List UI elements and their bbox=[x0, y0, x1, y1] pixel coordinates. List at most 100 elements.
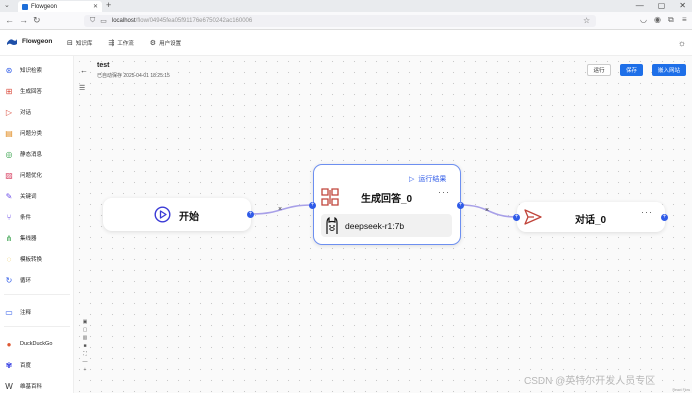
wikipedia-icon: W bbox=[5, 381, 13, 391]
sidebar-item-optimize[interactable]: ▨ 问题优化 bbox=[4, 168, 70, 182]
sidebar-item-label: 问题分类 bbox=[20, 131, 43, 137]
play-icon: ▷ bbox=[409, 176, 415, 183]
play-icon bbox=[154, 206, 171, 223]
theme-toggle-icon[interactable]: ☼ bbox=[678, 38, 686, 48]
save-button[interactable]: 保存 bbox=[620, 64, 643, 76]
loop-icon: ↻ bbox=[5, 275, 13, 285]
output-port[interactable]: + bbox=[457, 202, 464, 209]
node-title: 开始 bbox=[179, 212, 199, 223]
account-icon[interactable]: ◉ bbox=[654, 15, 661, 24]
list-icon[interactable]: ☰ bbox=[79, 84, 85, 92]
gear-icon: ⚙ bbox=[149, 40, 157, 47]
node-more-menu[interactable]: ··· bbox=[438, 187, 450, 197]
hub-icon: ⋔ bbox=[5, 233, 13, 243]
lock-icon[interactable]: ■ bbox=[83, 343, 86, 349]
sidebar-item-label: 注释 bbox=[20, 310, 32, 316]
input-port[interactable]: + bbox=[513, 214, 520, 221]
nav-knowledge-base[interactable]: ⊟ 知识库 bbox=[64, 37, 95, 49]
back-arrow-icon[interactable]: ← bbox=[80, 66, 88, 75]
model-name: deepseek-r1:7b bbox=[345, 220, 405, 231]
page-icon: ▭ bbox=[100, 18, 107, 25]
new-tab-icon[interactable]: + bbox=[106, 0, 111, 10]
nav-label: 工作流 bbox=[117, 41, 134, 47]
nav-label: 用户设置 bbox=[159, 41, 182, 47]
sidebar-item-message[interactable]: ◎ 静态消息 bbox=[4, 147, 70, 161]
sidebar-item-duckduckgo[interactable]: ● DuckDuckGo bbox=[4, 337, 70, 351]
zoom-out-icon[interactable]: ▢ bbox=[83, 327, 88, 333]
back-icon[interactable]: ← bbox=[5, 15, 14, 25]
extensions-icon[interactable]: ⧉ bbox=[668, 15, 674, 25]
sidebar-item-retrieval[interactable]: ⊛ 知识检索 bbox=[4, 63, 70, 77]
sidebar-item-label: 静态消息 bbox=[20, 152, 43, 158]
delete-edge-icon[interactable]: × bbox=[485, 207, 489, 214]
sidebar-item-condition[interactable]: ⑂ 条件 bbox=[4, 210, 70, 224]
node-title: 生成回答_0 bbox=[361, 194, 413, 205]
sidebar-item-label: 集线器 bbox=[20, 236, 37, 242]
optimize-icon: ▨ bbox=[5, 170, 13, 180]
fit-view-icon[interactable]: ▥ bbox=[83, 335, 88, 341]
workflow-icon: ⇶ bbox=[108, 40, 115, 47]
reload-icon[interactable]: ↻ bbox=[33, 15, 41, 26]
baidu-icon: ✾ bbox=[5, 360, 13, 370]
nav-workflow[interactable]: ⇶ 工作流 bbox=[105, 37, 136, 49]
tab-list-icon[interactable]: ⌄ bbox=[4, 1, 10, 9]
tab-title: Flowgeon bbox=[31, 3, 58, 10]
close-tab-icon[interactable]: ✕ bbox=[93, 3, 98, 10]
retrieval-icon: ⊛ bbox=[5, 65, 13, 75]
sidebar-item-note[interactable]: ▭ 注释 bbox=[4, 305, 70, 319]
url-path: /flow/04945fea05f91176e6750242ac160006 bbox=[135, 18, 253, 24]
sidebar-item-label: 关键词 bbox=[20, 194, 37, 200]
sidebar-item-chat[interactable]: ▷ 对话 bbox=[4, 105, 70, 119]
bookmark-star-icon[interactable]: ☆ bbox=[583, 16, 590, 25]
chat-node[interactable]: 对话_0 ··· bbox=[517, 202, 665, 232]
browser-tab[interactable]: Flowgeon ✕ bbox=[18, 1, 102, 12]
address-bar[interactable]: ⛉ ▭ localhost/flow/04945fea05f91176e6750… bbox=[84, 15, 596, 27]
run-button[interactable]: 运行 bbox=[587, 64, 611, 76]
app-brand: Flowgeon bbox=[22, 38, 53, 45]
minimize-icon[interactable]: — bbox=[636, 1, 644, 10]
sidebar-item-classify[interactable]: ▤ 问题分类 bbox=[4, 126, 70, 140]
menu-icon[interactable]: ≡ bbox=[682, 15, 687, 24]
sidebar-item-wikipedia[interactable]: W 维基百科 bbox=[4, 379, 70, 393]
sidebar-item-label: 百度 bbox=[20, 363, 32, 369]
maximize-icon[interactable]: ▢ bbox=[658, 1, 666, 10]
sidebar-item-label: 对话 bbox=[20, 110, 32, 116]
sidebar-item-generate[interactable]: ⊞ 生成回答 bbox=[4, 84, 70, 98]
close-window-icon[interactable]: ✕ bbox=[679, 1, 686, 10]
app-header: Flowgeon ⊟ 知识库 ⇶ 工作流 ⚙ 用户设置 ☼ bbox=[0, 30, 692, 56]
plus-icon[interactable]: + bbox=[84, 367, 87, 373]
embed-website-button[interactable]: 嵌入网站 bbox=[652, 64, 686, 76]
pocket-icon[interactable]: ◡ bbox=[640, 15, 647, 24]
nav-user-settings[interactable]: ⚙ 用户设置 bbox=[147, 37, 184, 49]
zoom-in-icon[interactable]: ▣ bbox=[83, 319, 88, 325]
sidebar-item-loop[interactable]: ↻ 循环 bbox=[4, 273, 70, 287]
send-icon bbox=[524, 209, 542, 225]
sidebar-item-label: DuckDuckGo bbox=[20, 341, 53, 347]
sidebar-item-baidu[interactable]: ✾ 百度 bbox=[4, 358, 70, 372]
output-port[interactable]: + bbox=[247, 211, 254, 218]
browser-toolbar: ← → ↻ ⛉ ▭ localhost/flow/04945fea05f9117… bbox=[0, 12, 692, 30]
sidebar-item-label: 循环 bbox=[20, 278, 32, 284]
note-icon: ▭ bbox=[5, 307, 13, 317]
node-more-menu[interactable]: ··· bbox=[641, 207, 653, 217]
input-port[interactable]: + bbox=[309, 202, 316, 209]
react-flow-credit[interactable]: React Flow bbox=[672, 388, 690, 392]
autosave-status: 已自动保存 2025-04-01 18:25:15 bbox=[97, 73, 170, 79]
message-icon: ◎ bbox=[5, 149, 13, 159]
start-node[interactable]: 开始 bbox=[103, 198, 251, 231]
model-selector[interactable]: deepseek-r1:7b bbox=[321, 214, 452, 237]
keyword-icon: ✎ bbox=[5, 191, 13, 201]
flow-name: test bbox=[97, 62, 110, 69]
sidebar-item-keyword[interactable]: ✎ 关键词 bbox=[4, 189, 70, 203]
url-host: localhost bbox=[111, 18, 136, 24]
delete-edge-icon[interactable]: × bbox=[278, 206, 282, 213]
output-port[interactable]: + bbox=[661, 214, 668, 221]
forward-icon[interactable]: → bbox=[19, 15, 28, 25]
minus-icon[interactable]: — bbox=[83, 359, 88, 365]
nav-label: 知识库 bbox=[75, 41, 93, 47]
sidebar-item-template[interactable]: ◌ 模板转换 bbox=[4, 252, 70, 266]
sidebar-item-hub[interactable]: ⋔ 集线器 bbox=[4, 231, 70, 245]
top-nav: ⊟ 知识库 ⇶ 工作流 ⚙ 用户设置 bbox=[64, 37, 184, 49]
fullscreen-icon[interactable]: ⛶ bbox=[83, 351, 87, 357]
run-result-link[interactable]: ▷ 运行结果 bbox=[409, 174, 446, 184]
